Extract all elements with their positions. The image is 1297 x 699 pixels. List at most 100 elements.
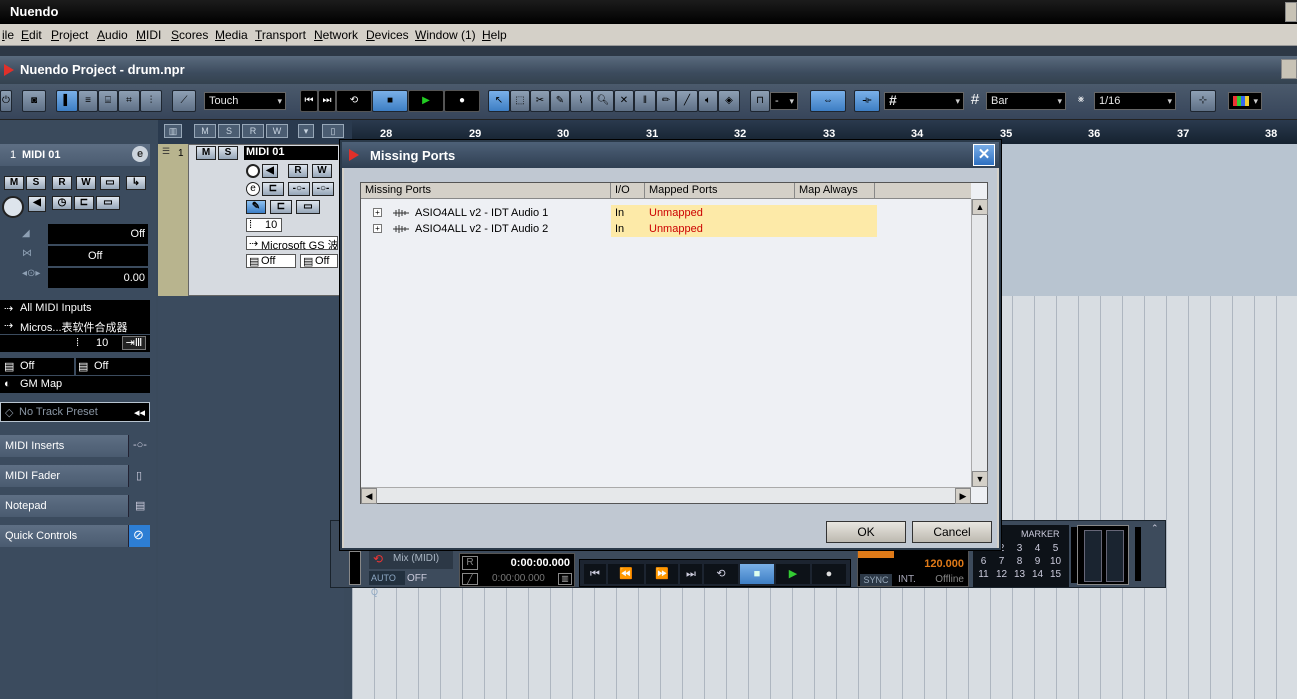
menu-network[interactable]: Network [314, 28, 358, 42]
show-infoline-button[interactable]: ≡ [78, 90, 98, 112]
expand-icon[interactable]: + [373, 224, 382, 233]
split-tool-icon[interactable]: ✂ [530, 90, 550, 112]
vertical-scrollbar[interactable]: ▲ ▼ [971, 199, 988, 487]
mapped-port-select[interactable]: Unmapped [649, 207, 703, 219]
output-level-slider[interactable] [1135, 527, 1141, 581]
color-tool-icon[interactable]: ◈ [718, 90, 740, 112]
sync-button[interactable]: SYNC [860, 574, 892, 586]
automation-icon[interactable]: ⟋ [172, 90, 196, 112]
inspector-write-button[interactable]: W [76, 176, 96, 190]
track-preset-select[interactable]: ◇ No Track Preset ◂◂ [0, 402, 150, 422]
track-solo-button[interactable]: S [218, 146, 238, 160]
menu-edit[interactable]: Edit [21, 28, 42, 42]
show-inspector-button[interactable]: ▌ [56, 90, 78, 112]
cycle-icon[interactable]: ⟲ [704, 564, 738, 584]
menu-scores[interactable]: Scores [171, 28, 208, 42]
marker-key[interactable]: 13 [1011, 569, 1028, 580]
lock-icon[interactable]: ◷ [52, 196, 72, 210]
edit-instrument-icon[interactable]: e [132, 146, 148, 162]
list-item[interactable]: + ASIO4ALL v2 - IDT Audio 2 In Unmapped [361, 221, 881, 237]
track-write-button[interactable]: W [312, 164, 332, 178]
pencil-tool-icon[interactable]: ✏ [656, 90, 676, 112]
track-color-icon[interactable]: ▥ [164, 124, 182, 138]
marker-key[interactable]: 7 [993, 556, 1010, 567]
nudge-select[interactable]: - [770, 92, 798, 110]
track-monitor-button[interactable]: ◀ [262, 164, 278, 178]
menu-midi[interactable]: MIDI [136, 28, 161, 42]
inspector-track-header[interactable]: 1 MIDI 01 e [0, 144, 150, 166]
play-button[interactable]: ▶ [408, 90, 444, 112]
track-mute-button[interactable]: M [196, 146, 216, 160]
speaker-tool-icon[interactable]: 🔈︎ [698, 90, 718, 112]
monitor-icon[interactable]: ◀ [28, 196, 46, 212]
time-mode-icon[interactable]: R [462, 556, 478, 570]
snap-button[interactable]: ⟛ [854, 90, 880, 112]
bank-select[interactable]: ▤ Off [0, 358, 74, 375]
auto-quantize-button[interactable]: AUTO Q [369, 571, 405, 597]
track-folder-icon[interactable]: ▯ [322, 124, 344, 138]
cycle-button[interactable]: ⟲ [336, 90, 372, 112]
snap-type-select[interactable]: # [884, 92, 964, 110]
solo-all-button[interactable]: S [218, 124, 240, 138]
window-control-button[interactable] [1285, 2, 1297, 22]
channel-select[interactable]: ⁞ 10 ⇥Ⅲ [0, 335, 150, 352]
lane-icon[interactable]: ⊏ [74, 196, 94, 210]
automation-mode-select[interactable]: Touch [204, 92, 286, 110]
track-record-button[interactable] [246, 164, 260, 178]
stop-button[interactable]: ■ [372, 90, 408, 112]
mute-tool-icon[interactable]: ✕ [614, 90, 634, 112]
timewarp-tool-icon[interactable]: ‖ [634, 90, 656, 112]
quantize-select[interactable]: 1/16 [1094, 92, 1176, 110]
window-control-button[interactable] [1281, 59, 1297, 79]
inspector-solo-button[interactable]: S [26, 176, 46, 190]
track-name[interactable]: MIDI 01 [244, 146, 338, 160]
ok-button[interactable]: OK [826, 521, 906, 543]
column-header-map-always[interactable]: Map Always [795, 183, 875, 199]
nudge-icon[interactable]: ⊓ [750, 90, 770, 112]
grid-type-select[interactable]: Bar [986, 92, 1066, 110]
input-routing-select[interactable]: ⇢ All MIDI Inputs [0, 300, 150, 317]
go-to-end-icon[interactable]: ⏭ [318, 90, 336, 112]
track-bank-field[interactable]: ▤ Off [246, 254, 296, 268]
track-chain-icon[interactable]: ▭ [296, 200, 320, 214]
play-icon[interactable]: ▶ [776, 564, 810, 584]
track-output-field[interactable]: ⇢ Microsoft GS 波 [246, 236, 338, 250]
marker-key[interactable]: 4 [1029, 543, 1046, 554]
constrain-delay-button[interactable]: ◙ [22, 90, 46, 112]
range-selection-tool-icon[interactable]: ⬚ [510, 90, 530, 112]
track-lane-icon[interactable]: ⊏ [262, 182, 284, 196]
record-icon[interactable]: ● [812, 564, 846, 584]
time-display[interactable]: R 0:00:00.000 ╱ 0:00:00.000 ▥ [459, 553, 575, 587]
marker-key[interactable]: 5 [1047, 543, 1064, 554]
chevron-down-icon[interactable]: ▾ [298, 124, 314, 138]
list-item[interactable]: + ASIO4ALL v2 - IDT Audio 1 In Unmapped [361, 205, 881, 221]
scroll-left-icon[interactable]: ◀ [361, 488, 377, 504]
write-all-button[interactable]: W [266, 124, 288, 138]
menu-project[interactable]: Project [51, 28, 88, 42]
track-channel-field[interactable]: ⁞ 10 [246, 218, 282, 232]
object-selection-tool-icon[interactable]: ↖ [488, 90, 510, 112]
event-display-track-lane[interactable] [1000, 144, 1297, 296]
menu-help[interactable]: Help [482, 28, 507, 42]
drum-editor-icon[interactable]: ⇥Ⅲ [122, 336, 146, 350]
section-quick-controls[interactable]: Quick Controls ⊘ [0, 525, 150, 547]
menu-devices[interactable]: Devices [366, 28, 409, 42]
menu-media[interactable]: Media [215, 28, 248, 42]
show-overview-button[interactable]: ⌸ [98, 90, 118, 112]
show-pool-button[interactable]: ⌗ [118, 90, 140, 112]
inspector-edit-button[interactable]: ↳ [126, 176, 146, 190]
drum-map-select[interactable]: ◐ GM Map [0, 376, 150, 393]
mute-all-button[interactable]: M [194, 124, 216, 138]
track-program-field[interactable]: ▤ Off [300, 254, 338, 268]
marker-key[interactable]: 10 [1047, 556, 1064, 567]
close-icon[interactable]: ✕ [973, 144, 995, 166]
scroll-right-icon[interactable]: ▶ [955, 488, 971, 504]
marker-key[interactable]: 9 [1029, 556, 1046, 567]
dialog-titlebar[interactable]: Missing Ports ✕ [342, 142, 999, 168]
marker-key[interactable]: 8 [1011, 556, 1028, 567]
color-palette-select[interactable] [1228, 92, 1262, 110]
draw-tool-icon[interactable]: ✎ [550, 90, 570, 112]
marker-key[interactable]: 15 [1047, 569, 1064, 580]
output-routing-select[interactable]: ⇢ Micros...表软件合成器 [0, 317, 150, 334]
activate-project-button[interactable]: ⏻ [0, 90, 12, 112]
